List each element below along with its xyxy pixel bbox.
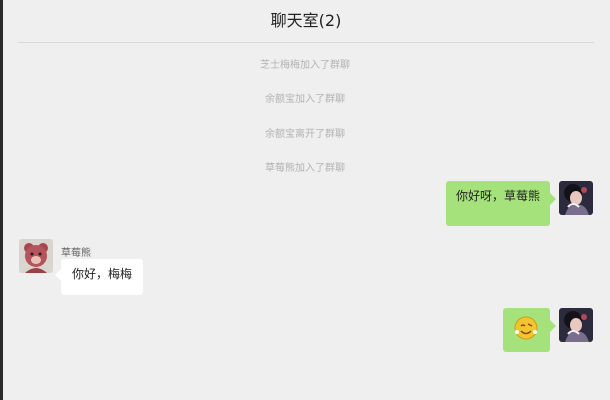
smiley-emoji-icon — [514, 316, 538, 340]
message-bubble-self[interactable]: 你好呀，草莓熊 — [446, 181, 556, 226]
avatar-self[interactable] — [559, 308, 593, 342]
system-message: 余额宝加入了群聊 — [265, 94, 345, 105]
avatar-strawberry-bear[interactable] — [19, 239, 53, 273]
message-sender-name: 草莓熊 — [61, 248, 91, 259]
system-message: 草莓熊加入了群聊 — [265, 163, 345, 174]
avatar-portrait-icon — [559, 308, 593, 342]
message-text: 你好，梅梅 — [71, 267, 132, 281]
strawberry-bear-icon — [19, 239, 53, 273]
message-bubble-other[interactable]: 你好，梅梅 — [55, 259, 143, 295]
system-message: 芝士梅梅加入了群聊 — [260, 60, 350, 71]
chat-header: 聊天室(2) — [18, 0, 594, 43]
avatar-self[interactable] — [559, 181, 593, 215]
avatar-portrait-icon — [559, 181, 593, 215]
system-message: 余额宝离开了群聊 — [265, 129, 345, 140]
message-text: 你好呀，草莓熊 — [455, 189, 540, 203]
chat-title: 聊天室(2) — [270, 11, 342, 30]
chat-room-window: 聊天室(2) 芝士梅梅加入了群聊 余额宝加入了群聊 余额宝离开了群聊 草莓熊加入… — [0, 0, 610, 400]
message-bubble-self-emoji[interactable] — [503, 308, 556, 352]
